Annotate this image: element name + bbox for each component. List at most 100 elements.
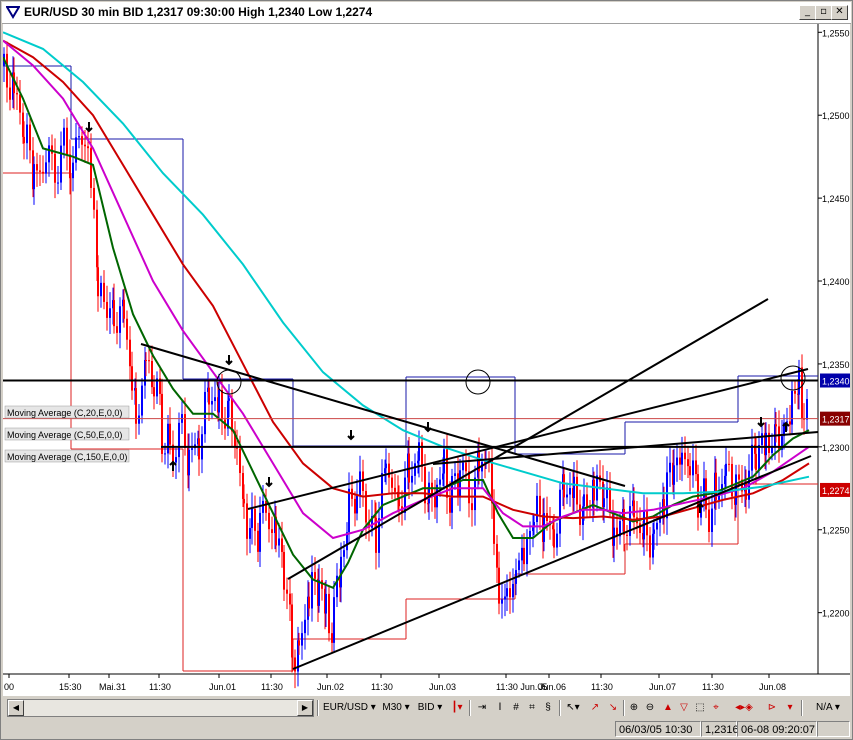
title-bar[interactable]: EUR/USD 30 min BID 1,2317 09:30:00 High … [2,2,851,24]
candle-body [278,538,280,546]
candle-body [265,500,267,513]
tool-a-icon[interactable]: ▲ [661,700,675,716]
candle-body [711,508,713,532]
candle-body [356,495,358,514]
candle-body [33,164,35,190]
candle-body [728,463,730,465]
tool-c-icon[interactable]: ⬚ [693,700,707,716]
time-axis[interactable]: 00 15:30 Mai.31 11:30 Jun.01 11:30 Jun.02 11:30… [4,674,786,692]
price-tick-label: 1,2550 [822,28,850,38]
candle-body [328,593,330,634]
candle-body [751,444,753,471]
candle-body [771,447,773,453]
pointer-tool-icon[interactable]: ↖▾ [563,700,583,716]
candle-body [656,522,658,530]
time-tick-label: Jun.01 [209,682,236,692]
candle-body [755,453,757,470]
scroll-right-button[interactable]: ▶ [297,700,313,716]
candle-body [198,438,200,460]
candle-body [378,518,380,553]
mode-value: N/A [816,702,833,713]
candle-body [221,389,223,420]
time-tick-label: 11:30 [149,682,171,692]
indicator-legend[interactable]: Moving Average (C,20,E,0,0) Moving Averag… [4,405,130,463]
ray-tool-icon[interactable]: ↘ [605,700,621,716]
candle-body [164,453,166,455]
close-button[interactable]: ✕ [831,5,848,20]
cursor-tool-icon[interactable]: ⇥ [475,700,489,716]
fib-tool-icon[interactable]: § [541,700,555,716]
candle-body [138,415,140,424]
grid-tool-icon[interactable]: # [509,700,523,716]
scroll-left-button[interactable]: ◀ [8,700,24,716]
server-time: 06-08 09:20:07 [737,721,817,737]
candle-body [523,547,525,565]
price-type-select[interactable]: BID ▾ [415,700,445,716]
na-select[interactable]: N/A ▾ [813,700,843,716]
candle-body [214,397,216,402]
zoom-out-icon[interactable]: ⊖ [643,700,657,716]
tool-e-icon[interactable]: ⊳ [765,700,779,716]
time-tick-label: Mai.31 [99,682,126,692]
candle-body [6,53,8,88]
candle-body [573,476,575,499]
candle-body [689,466,691,476]
price-axis[interactable]: 1,2550 1,2500 1,2450 1,2400 1,2350 1,2300 1,22… [818,28,850,619]
candle-body [459,470,461,497]
candle-body [794,390,796,394]
candle-body [208,387,210,405]
candle-body [653,529,655,534]
candle-body [97,267,99,297]
candle-body [649,535,651,558]
cursor-price: 1,2316 [701,721,739,737]
bar-tool-icon[interactable]: Ⅰ [493,700,507,716]
candle-body [579,504,581,525]
candle-body [791,390,793,425]
candle-body [90,148,92,188]
tool-b-icon[interactable]: ▽ [677,700,691,716]
period-select[interactable]: M30 ▾ [379,700,413,716]
candle-body [191,448,193,450]
candle-body [569,488,571,495]
tool-f-icon[interactable]: ▾ [783,700,797,716]
restore-button[interactable]: ▫ [815,5,832,20]
period-value: M30 [382,702,402,713]
candle-body [167,423,169,454]
candle-body [684,452,686,460]
legend-label: Moving Average (C,50,E,0,0) [7,430,122,440]
horizontal-scrollbar[interactable]: ◀ ▶ [7,699,314,717]
candle-body [239,448,241,474]
chart-type-icon[interactable]: ┃▾ [449,700,465,716]
candle-body [708,509,710,532]
crosshair-tool-icon[interactable]: ⌗ [525,700,539,716]
candle-body [251,508,253,528]
scroll-arrows-icon[interactable]: ◂▸◈ [727,700,761,716]
candle-body [72,162,74,179]
candle-body [465,462,467,472]
candle-body [9,87,11,100]
candle-body [626,534,628,536]
candle-body [775,424,777,427]
minimize-button[interactable]: _ [799,5,816,20]
price-chart[interactable]: 1,2550 1,2500 1,2450 1,2400 1,2350 1,2300 1,22… [3,24,850,696]
symbol-select[interactable]: EUR/USD ▾ [323,700,376,716]
candle-body [325,593,327,614]
candle-body [609,487,611,511]
candle-body [449,497,451,513]
candle-body [359,471,361,496]
candle-body [66,127,68,155]
candle-body [576,476,578,505]
time-tick-label: Jun.08 [759,682,786,692]
zoom-in-icon[interactable]: ⊕ [627,700,641,716]
candle-body [231,398,233,432]
candle-body [246,503,248,539]
time-tick-label: 11:30 [371,682,393,692]
chart-area[interactable]: 1,2550 1,2500 1,2450 1,2400 1,2350 1,2300 1,22… [3,24,850,696]
candle-body [725,463,727,476]
tool-d-icon[interactable]: ⌖ [709,700,723,716]
candle-body [57,182,59,184]
candle-body [391,477,393,488]
candle-body [81,136,83,145]
trendline-tool-icon[interactable]: ↗ [587,700,603,716]
candle-body [418,442,420,461]
